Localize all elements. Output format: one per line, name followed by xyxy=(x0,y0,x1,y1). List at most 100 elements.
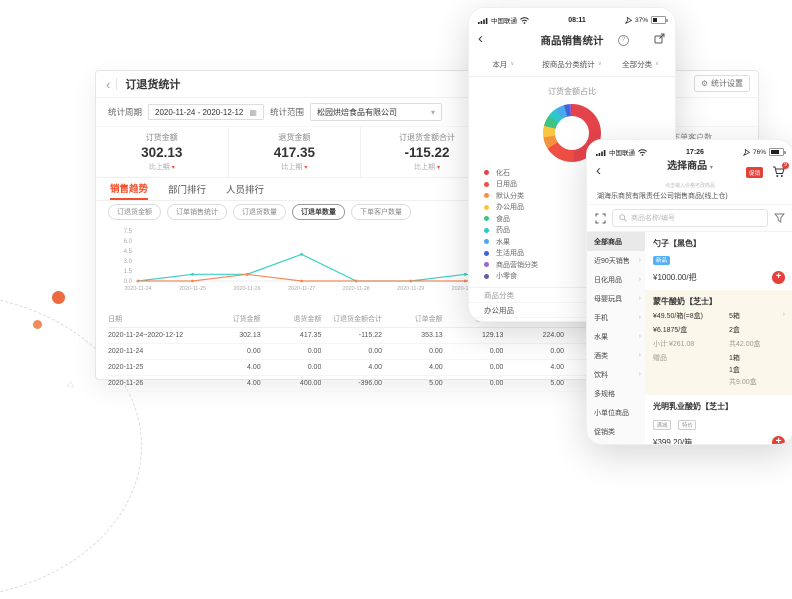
back-icon[interactable]: ‹ xyxy=(596,162,601,179)
product-name: 光明乳业酸奶【芝士】 xyxy=(653,401,785,412)
share-export-icon[interactable] xyxy=(654,33,665,44)
metric-pill[interactable]: 下单客户数量 xyxy=(351,204,411,220)
sidebar-item-近90天销售[interactable]: 近90天销售› xyxy=(587,251,645,270)
stat-card-sub: 比上期 ▾ xyxy=(96,162,228,172)
decorative-orange-dot-small xyxy=(33,320,42,329)
sidebar-item-日化用品[interactable]: 日化用品 › xyxy=(587,270,645,289)
add-to-cart-button[interactable]: + xyxy=(772,271,785,284)
stat-card-value: 302.13 xyxy=(96,145,228,160)
product-item[interactable]: 勺子【黑色】 新品 ¥1000.00/把 + xyxy=(653,232,785,290)
metric-pill[interactable]: 订退货数量 xyxy=(233,204,286,220)
table-cell: 0.00 xyxy=(443,380,504,387)
date-range-input[interactable]: 2020-11-24 - 2020-12-12 ▦ xyxy=(148,104,264,120)
unit-quantity[interactable]: 2盒 xyxy=(729,325,785,335)
chevron-right-icon: › xyxy=(639,314,641,321)
table-cell: 0.00 xyxy=(261,364,322,371)
back-icon[interactable]: ‹ xyxy=(478,30,483,47)
battery-percent: 76% xyxy=(753,149,766,156)
sidebar-item-母婴玩具[interactable]: 母婴玩具› xyxy=(587,289,645,308)
period-label: 统计周期 xyxy=(108,106,142,118)
add-to-cart-button[interactable]: + xyxy=(772,436,785,445)
filter-dropdown[interactable]: 本月 ∨ xyxy=(469,52,538,76)
svg-text:0.0: 0.0 xyxy=(124,279,133,285)
tab-人员排行[interactable]: 人员排行 xyxy=(226,178,264,200)
stat-card-label: 订货金额 xyxy=(96,132,228,143)
wifi-icon xyxy=(638,149,647,156)
sidebar-item-全部商品[interactable]: 全部商品 xyxy=(587,232,645,251)
sidebar-item-饮料[interactable]: 饮料› xyxy=(587,365,645,384)
title-block[interactable]: 选择商品 ▾ 点击输入价格可改商品 xyxy=(665,156,715,191)
filter-dropdown[interactable]: 按商品分类统计 ∨ xyxy=(538,52,607,76)
trend-caret-icon: ▾ xyxy=(437,165,440,171)
svg-text:4.5: 4.5 xyxy=(124,249,133,255)
sidebar-item-label: 手机 xyxy=(594,313,608,323)
table-cell: 0.00 xyxy=(503,348,564,355)
table-cell: 4.00 xyxy=(382,364,443,371)
table-cell: 5.00 xyxy=(503,380,564,387)
chevron-down-icon: ∨ xyxy=(655,61,659,67)
quantity-total: 共42.00盒 xyxy=(729,339,785,349)
table-cell: 400.00 xyxy=(261,380,322,387)
scope-select[interactable]: 松园烘焙食品有限公司 ▾ xyxy=(310,103,442,121)
table-cell: 302.13 xyxy=(200,332,261,339)
table-cell: -115.22 xyxy=(321,332,382,339)
table-cell: 4.00 xyxy=(200,380,261,387)
tab-销售趋势[interactable]: 销售趋势 xyxy=(110,178,148,200)
table-cell: 0.00 xyxy=(443,348,504,355)
sidebar-item-多规格[interactable]: 多规格 xyxy=(587,384,645,403)
box-quantity[interactable]: 5箱› xyxy=(729,311,785,321)
metric-pill[interactable]: 订退单数量 xyxy=(292,204,345,220)
promo-tag: 特价 xyxy=(678,420,696,430)
metric-pill[interactable]: 订退货金额 xyxy=(108,204,161,220)
sidebar-item-水果[interactable]: 水果› xyxy=(587,327,645,346)
stat-card: 退货金额417.35比上期 ▾ xyxy=(229,127,362,177)
column-header: 订单金额 xyxy=(382,314,443,324)
statistics-settings-button[interactable]: ⚙ 统计设置 xyxy=(694,75,750,92)
filter-dropdown[interactable]: 全部分类 ∨ xyxy=(606,52,675,76)
legend-dot-icon xyxy=(484,182,489,187)
sidebar-item-label: 促销类 xyxy=(594,427,615,437)
search-input[interactable]: 商品名称/编号 xyxy=(612,209,768,227)
nav-bar: ‹ 商品销售统计 ? xyxy=(469,28,675,52)
location-arrow-icon xyxy=(625,17,632,24)
product-item-expanded[interactable]: 蒙牛酸奶【芝士】 ¥49.50/箱(=8盒) 5箱› ¥6.1875/盒 2盒 … xyxy=(645,290,792,395)
svg-text:2020-11-28: 2020-11-28 xyxy=(343,286,370,292)
sidebar-item-label: 近90天销售 xyxy=(594,256,630,266)
collapse-back-icon[interactable]: ‹ xyxy=(106,78,110,91)
divider xyxy=(116,78,117,90)
column-header: 退货金额 xyxy=(261,314,322,324)
metric-pill[interactable]: 订单销售统计 xyxy=(167,204,227,220)
sidebar-item-促销类[interactable]: 促销类 xyxy=(587,422,645,441)
sidebar-item-手机[interactable]: 手机 › xyxy=(587,308,645,327)
clock: 08:11 xyxy=(568,17,586,24)
chevron-right-icon: › xyxy=(639,295,641,302)
chevron-down-icon: ∨ xyxy=(598,61,602,67)
product-item[interactable]: 光明乳业酸奶【芝士】 满减 特价 ¥399.20/箱 + xyxy=(653,395,785,445)
product-name: 蒙牛酸奶【芝士】 xyxy=(653,296,785,307)
gift-qty-unit: 1盒 xyxy=(729,365,785,375)
svg-text:2020-11-24: 2020-11-24 xyxy=(124,286,151,292)
sidebar-item-酒类[interactable]: 酒类› xyxy=(587,346,645,365)
battery-percent: 37% xyxy=(635,17,648,24)
decorative-orange-dot-large xyxy=(52,291,65,304)
chevron-down-icon: ▾ xyxy=(710,165,713,171)
legend-dot-icon xyxy=(484,274,489,279)
legend-dot-icon xyxy=(484,228,489,233)
table-cell: 2020-11-24~2020-12-12 xyxy=(108,332,200,339)
stat-card-value: 417.35 xyxy=(229,145,361,160)
sidebar-item-label: 日化用品 xyxy=(594,275,622,285)
tab-部门排行[interactable]: 部门排行 xyxy=(168,178,206,200)
chevron-right-icon: › xyxy=(639,276,641,283)
scan-icon[interactable] xyxy=(595,213,606,224)
filter-funnel-icon[interactable] xyxy=(774,213,785,223)
promo-tag: 满减 xyxy=(653,420,671,430)
sidebar-item-小单位商品[interactable]: 小单位商品 xyxy=(587,403,645,422)
chevron-down-icon: ▾ xyxy=(431,108,435,117)
help-icon[interactable]: ? xyxy=(618,35,629,46)
screen-subtitle: 点击输入价格可改商品 xyxy=(665,183,715,189)
phone-select-products: 中国联通 17:26 76% ‹ 选择商品 ▾ 点击输入价格可改商品 促销 9 … xyxy=(586,139,792,445)
svg-text:2020-11-26: 2020-11-26 xyxy=(233,286,260,292)
legend-dot-icon xyxy=(484,170,489,175)
cart-button[interactable]: 9 xyxy=(772,166,785,178)
promo-badge[interactable]: 促销 xyxy=(746,167,763,178)
